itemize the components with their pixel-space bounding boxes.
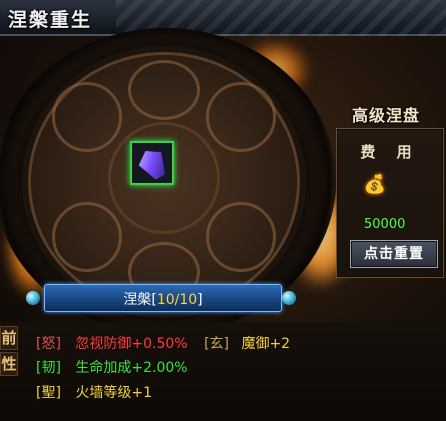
attribute-text: 生命加成+2.00% xyxy=(75,360,188,376)
wheel-ornament xyxy=(206,82,276,152)
wheel-ornament xyxy=(128,60,200,120)
level-value: 10/10 xyxy=(156,292,198,308)
attribute-row: [怒] 忽视防御+0.50% [玄] 魔御+2 xyxy=(36,334,290,354)
level-label: 涅槃 xyxy=(123,292,152,308)
side-tag-2: 性 xyxy=(0,352,18,376)
gold-ingot-icon: 💰 xyxy=(363,174,387,195)
orb-ornament-left xyxy=(26,291,40,305)
equipment-slot[interactable] xyxy=(130,141,174,185)
side-tag-1: 前 xyxy=(0,326,18,350)
rebirth-panel: 涅槃重生 高级涅盘 费 用 💰 50000 点击重置 涅槃[10/10] 前 性… xyxy=(0,0,446,421)
attribute-text: 忽视防御+0.50% xyxy=(75,336,188,352)
attribute-row: [聖] 火墙等级+1 xyxy=(36,383,152,403)
level-bracket-close: ] xyxy=(197,292,203,308)
attribute-text: 魔御+2 xyxy=(241,336,291,352)
attribute-tag: [韧] xyxy=(36,360,61,376)
cost-label: 费 用 xyxy=(360,143,420,161)
attribute-tag: [怒] xyxy=(36,336,61,352)
orb-ornament-right xyxy=(282,291,296,305)
rebirth-level-bar: 涅槃[10/10] xyxy=(44,284,282,312)
cost-value: 50000 xyxy=(364,217,406,232)
attribute-row: [韧] 生命加成+2.00% xyxy=(36,358,188,378)
window-title: 涅槃重生 xyxy=(8,9,93,31)
reset-button[interactable]: 点击重置 xyxy=(350,240,438,268)
wheel-ornament xyxy=(52,82,122,152)
wheel-ornament xyxy=(52,202,122,272)
attribute-tag: [聖] xyxy=(36,385,61,401)
attribute-text: 火墙等级+1 xyxy=(75,385,153,401)
advanced-rebirth-title: 高级涅盘 xyxy=(352,106,421,125)
wheel-ornament xyxy=(206,202,276,272)
attribute-tag: [玄] xyxy=(204,336,229,352)
purple-weapon-icon xyxy=(134,145,172,184)
rebirth-level-text: 涅槃[10/10] xyxy=(45,289,281,309)
